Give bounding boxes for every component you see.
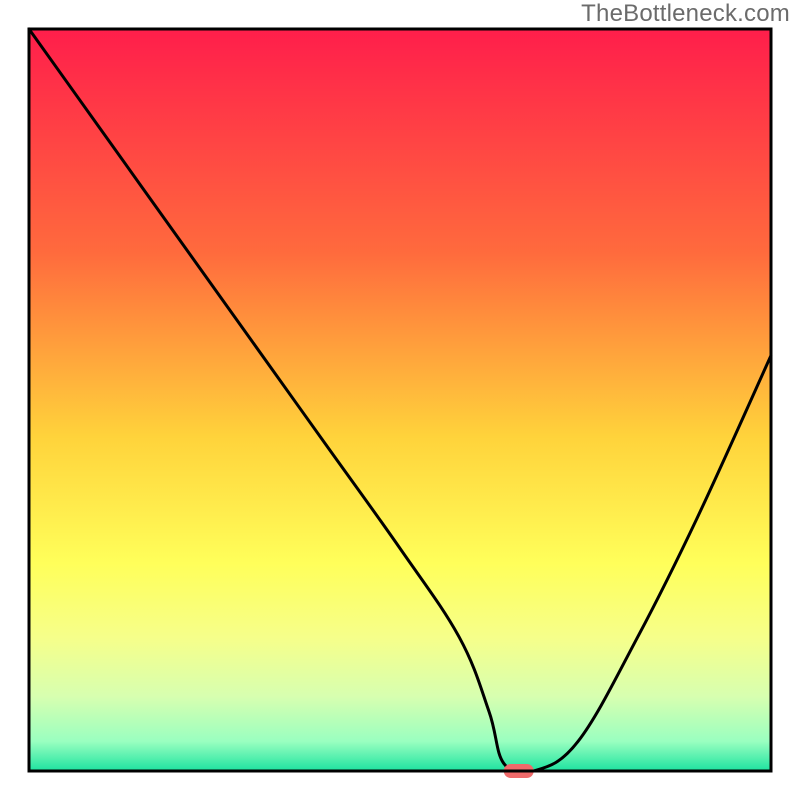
chart-container: TheBottleneck.com: [0, 0, 800, 800]
plot-background: [29, 29, 771, 771]
bottleneck-chart: [0, 0, 800, 800]
watermark-label: TheBottleneck.com: [581, 0, 790, 28]
